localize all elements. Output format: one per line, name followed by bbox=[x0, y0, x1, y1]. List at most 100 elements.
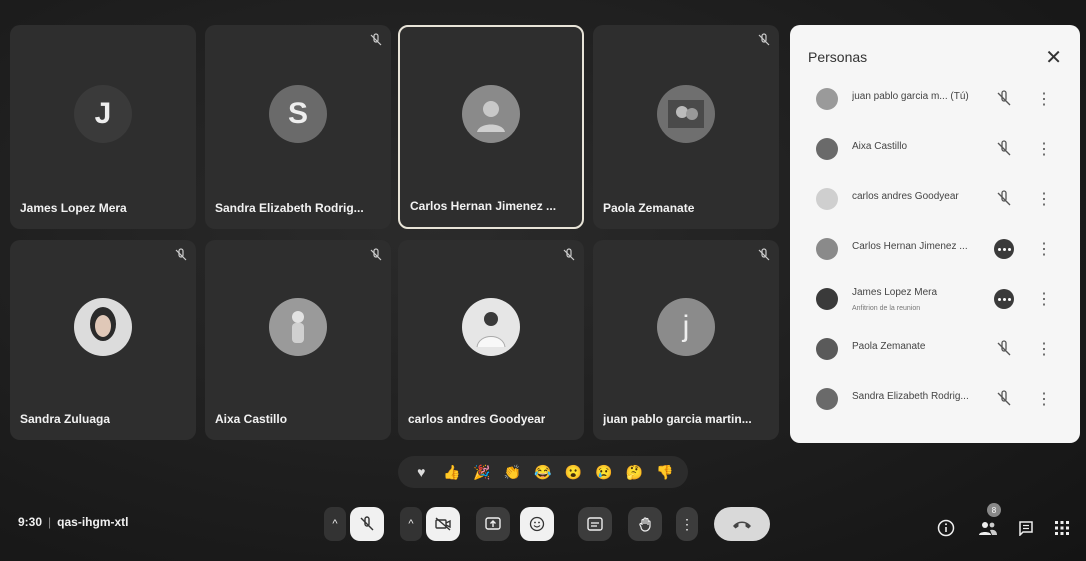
participant-tile[interactable]: Paola Zemanate bbox=[593, 25, 779, 229]
avatar bbox=[816, 188, 838, 210]
speaking-indicator-icon bbox=[994, 239, 1014, 259]
avatar bbox=[816, 288, 838, 310]
reaction-sad[interactable]: 😢 bbox=[594, 464, 614, 481]
participant-tile-active[interactable]: Carlos Hernan Jimenez ... bbox=[398, 25, 584, 229]
chat-icon[interactable] bbox=[1016, 518, 1036, 538]
participant-name: Aixa Castillo bbox=[852, 141, 908, 152]
avatar bbox=[816, 388, 838, 410]
present-icon bbox=[485, 517, 501, 530]
avatar bbox=[816, 338, 838, 360]
participant-role: Anfitrion de la reunion bbox=[852, 305, 921, 312]
participant-row[interactable]: carlos andres Goodyear ⋮ bbox=[790, 181, 1080, 221]
meeting-code: qas-ihgm-xtl bbox=[57, 515, 129, 529]
more-options-icon[interactable]: ⋮ bbox=[1036, 389, 1052, 409]
participant-name: Sandra Elizabeth Rodrig... bbox=[852, 391, 969, 402]
reaction-clap[interactable]: 👏 bbox=[503, 464, 523, 481]
avatar bbox=[816, 88, 838, 110]
participant-row[interactable]: Aixa Castillo ⋮ bbox=[790, 131, 1080, 171]
activities-grid-icon[interactable] bbox=[1052, 518, 1072, 538]
camera-off-icon bbox=[435, 517, 451, 531]
mic-off-icon bbox=[360, 516, 374, 531]
participant-name: Paola Zemanate bbox=[852, 341, 926, 352]
mic-off-icon bbox=[370, 33, 382, 46]
reaction-thumbs-down[interactable]: 👎 bbox=[655, 464, 675, 481]
people-panel: Personas ✕ juan pablo garcia m... (Tú) ⋮… bbox=[790, 25, 1080, 443]
mic-off-icon bbox=[997, 390, 1011, 406]
participant-tile[interactable]: S Sandra Elizabeth Rodrig... bbox=[205, 25, 391, 229]
mic-off-icon bbox=[370, 248, 382, 261]
meeting-time: 9:30 bbox=[18, 515, 43, 529]
mic-off-icon bbox=[997, 90, 1011, 106]
mic-off-icon bbox=[758, 248, 770, 261]
mic-off-icon bbox=[563, 248, 575, 261]
reactions-bar: ♥ 👍 🎉 👏 😂 😮 😢 🤔 👎 bbox=[398, 456, 688, 488]
participant-row[interactable]: James Lopez Mera Anfitrion de la reunion… bbox=[790, 281, 1080, 321]
separator: | bbox=[48, 515, 52, 529]
more-options-icon[interactable]: ⋮ bbox=[1036, 289, 1052, 309]
participant-row[interactable]: juan pablo garcia m... (Tú) ⋮ bbox=[790, 81, 1080, 121]
close-icon[interactable]: ✕ bbox=[1045, 45, 1062, 70]
avatar bbox=[816, 138, 838, 160]
reaction-heart[interactable]: ♥ bbox=[411, 464, 431, 480]
participant-row[interactable]: Paola Zemanate ⋮ bbox=[790, 331, 1080, 371]
more-options-icon[interactable]: ⋮ bbox=[1036, 89, 1052, 109]
participant-name: Sandra Elizabeth Rodrig... bbox=[215, 201, 364, 215]
participant-tile[interactable]: j juan pablo garcia martin... bbox=[593, 240, 779, 440]
end-call-icon bbox=[733, 521, 751, 529]
more-options-icon[interactable]: ⋮ bbox=[1036, 239, 1052, 259]
avatar bbox=[816, 238, 838, 260]
avatar bbox=[74, 298, 132, 356]
panel-title: Personas bbox=[808, 49, 868, 65]
hand-icon bbox=[639, 517, 651, 532]
participant-name: juan pablo garcia martin... bbox=[603, 412, 752, 426]
mic-toggle-button[interactable] bbox=[350, 507, 384, 541]
participant-name: Carlos Hernan Jimenez ... bbox=[852, 241, 968, 252]
reactions-button[interactable] bbox=[520, 507, 554, 541]
participant-name: juan pablo garcia m... (Tú) bbox=[852, 91, 969, 102]
reaction-celebrate[interactable]: 🎉 bbox=[472, 464, 492, 481]
captions-button[interactable] bbox=[578, 507, 612, 541]
mic-off-icon bbox=[758, 33, 770, 46]
participant-tile[interactable]: Sandra Zuluaga bbox=[10, 240, 196, 440]
participant-name: James Lopez Mera bbox=[852, 287, 938, 298]
reaction-laugh[interactable]: 😂 bbox=[533, 464, 553, 481]
camera-toggle-button[interactable] bbox=[426, 507, 460, 541]
participant-name: Carlos Hernan Jimenez ... bbox=[410, 199, 557, 213]
mic-off-icon bbox=[997, 340, 1011, 356]
more-options-button[interactable]: ⋮ bbox=[676, 507, 698, 541]
participant-tile[interactable]: J James Lopez Mera bbox=[10, 25, 196, 229]
participant-name: Paola Zemanate bbox=[603, 201, 695, 215]
avatar bbox=[269, 298, 327, 356]
people-icon[interactable] bbox=[978, 518, 998, 538]
meeting-info: 9:30 | qas-ihgm-xtl bbox=[18, 515, 129, 529]
participant-tile[interactable]: Aixa Castillo bbox=[205, 240, 391, 440]
audio-options-chevron-icon[interactable]: ^ bbox=[324, 507, 346, 541]
participant-tile[interactable]: carlos andres Goodyear bbox=[398, 240, 584, 440]
leave-call-button[interactable] bbox=[714, 507, 770, 541]
avatar: J bbox=[74, 85, 132, 143]
avatar bbox=[462, 85, 520, 143]
reaction-thinking[interactable]: 🤔 bbox=[624, 464, 644, 481]
participant-name: James Lopez Mera bbox=[20, 201, 127, 215]
participant-row[interactable]: Sandra Elizabeth Rodrig... ⋮ bbox=[790, 381, 1080, 421]
participant-name: carlos andres Goodyear bbox=[408, 412, 546, 426]
more-options-icon[interactable]: ⋮ bbox=[1036, 139, 1052, 159]
reaction-surprised[interactable]: 😮 bbox=[563, 464, 583, 481]
avatar: j bbox=[657, 298, 715, 356]
present-screen-button[interactable] bbox=[476, 507, 510, 541]
participant-row[interactable]: Carlos Hernan Jimenez ... ⋮ bbox=[790, 231, 1080, 271]
mic-off-icon bbox=[997, 140, 1011, 156]
avatar: S bbox=[269, 85, 327, 143]
avatar bbox=[657, 85, 715, 143]
meeting-details-icon[interactable] bbox=[936, 518, 956, 538]
more-vert-icon: ⋮ bbox=[680, 515, 694, 532]
mic-off-icon bbox=[997, 190, 1011, 206]
raise-hand-button[interactable] bbox=[628, 507, 662, 541]
avatar bbox=[462, 298, 520, 356]
reaction-thumbs-up[interactable]: 👍 bbox=[442, 464, 462, 481]
more-options-icon[interactable]: ⋮ bbox=[1036, 339, 1052, 359]
participant-name: Sandra Zuluaga bbox=[20, 412, 111, 426]
video-options-chevron-icon[interactable]: ^ bbox=[400, 507, 422, 541]
more-options-icon[interactable]: ⋮ bbox=[1036, 189, 1052, 209]
speaking-indicator-icon bbox=[994, 289, 1014, 309]
